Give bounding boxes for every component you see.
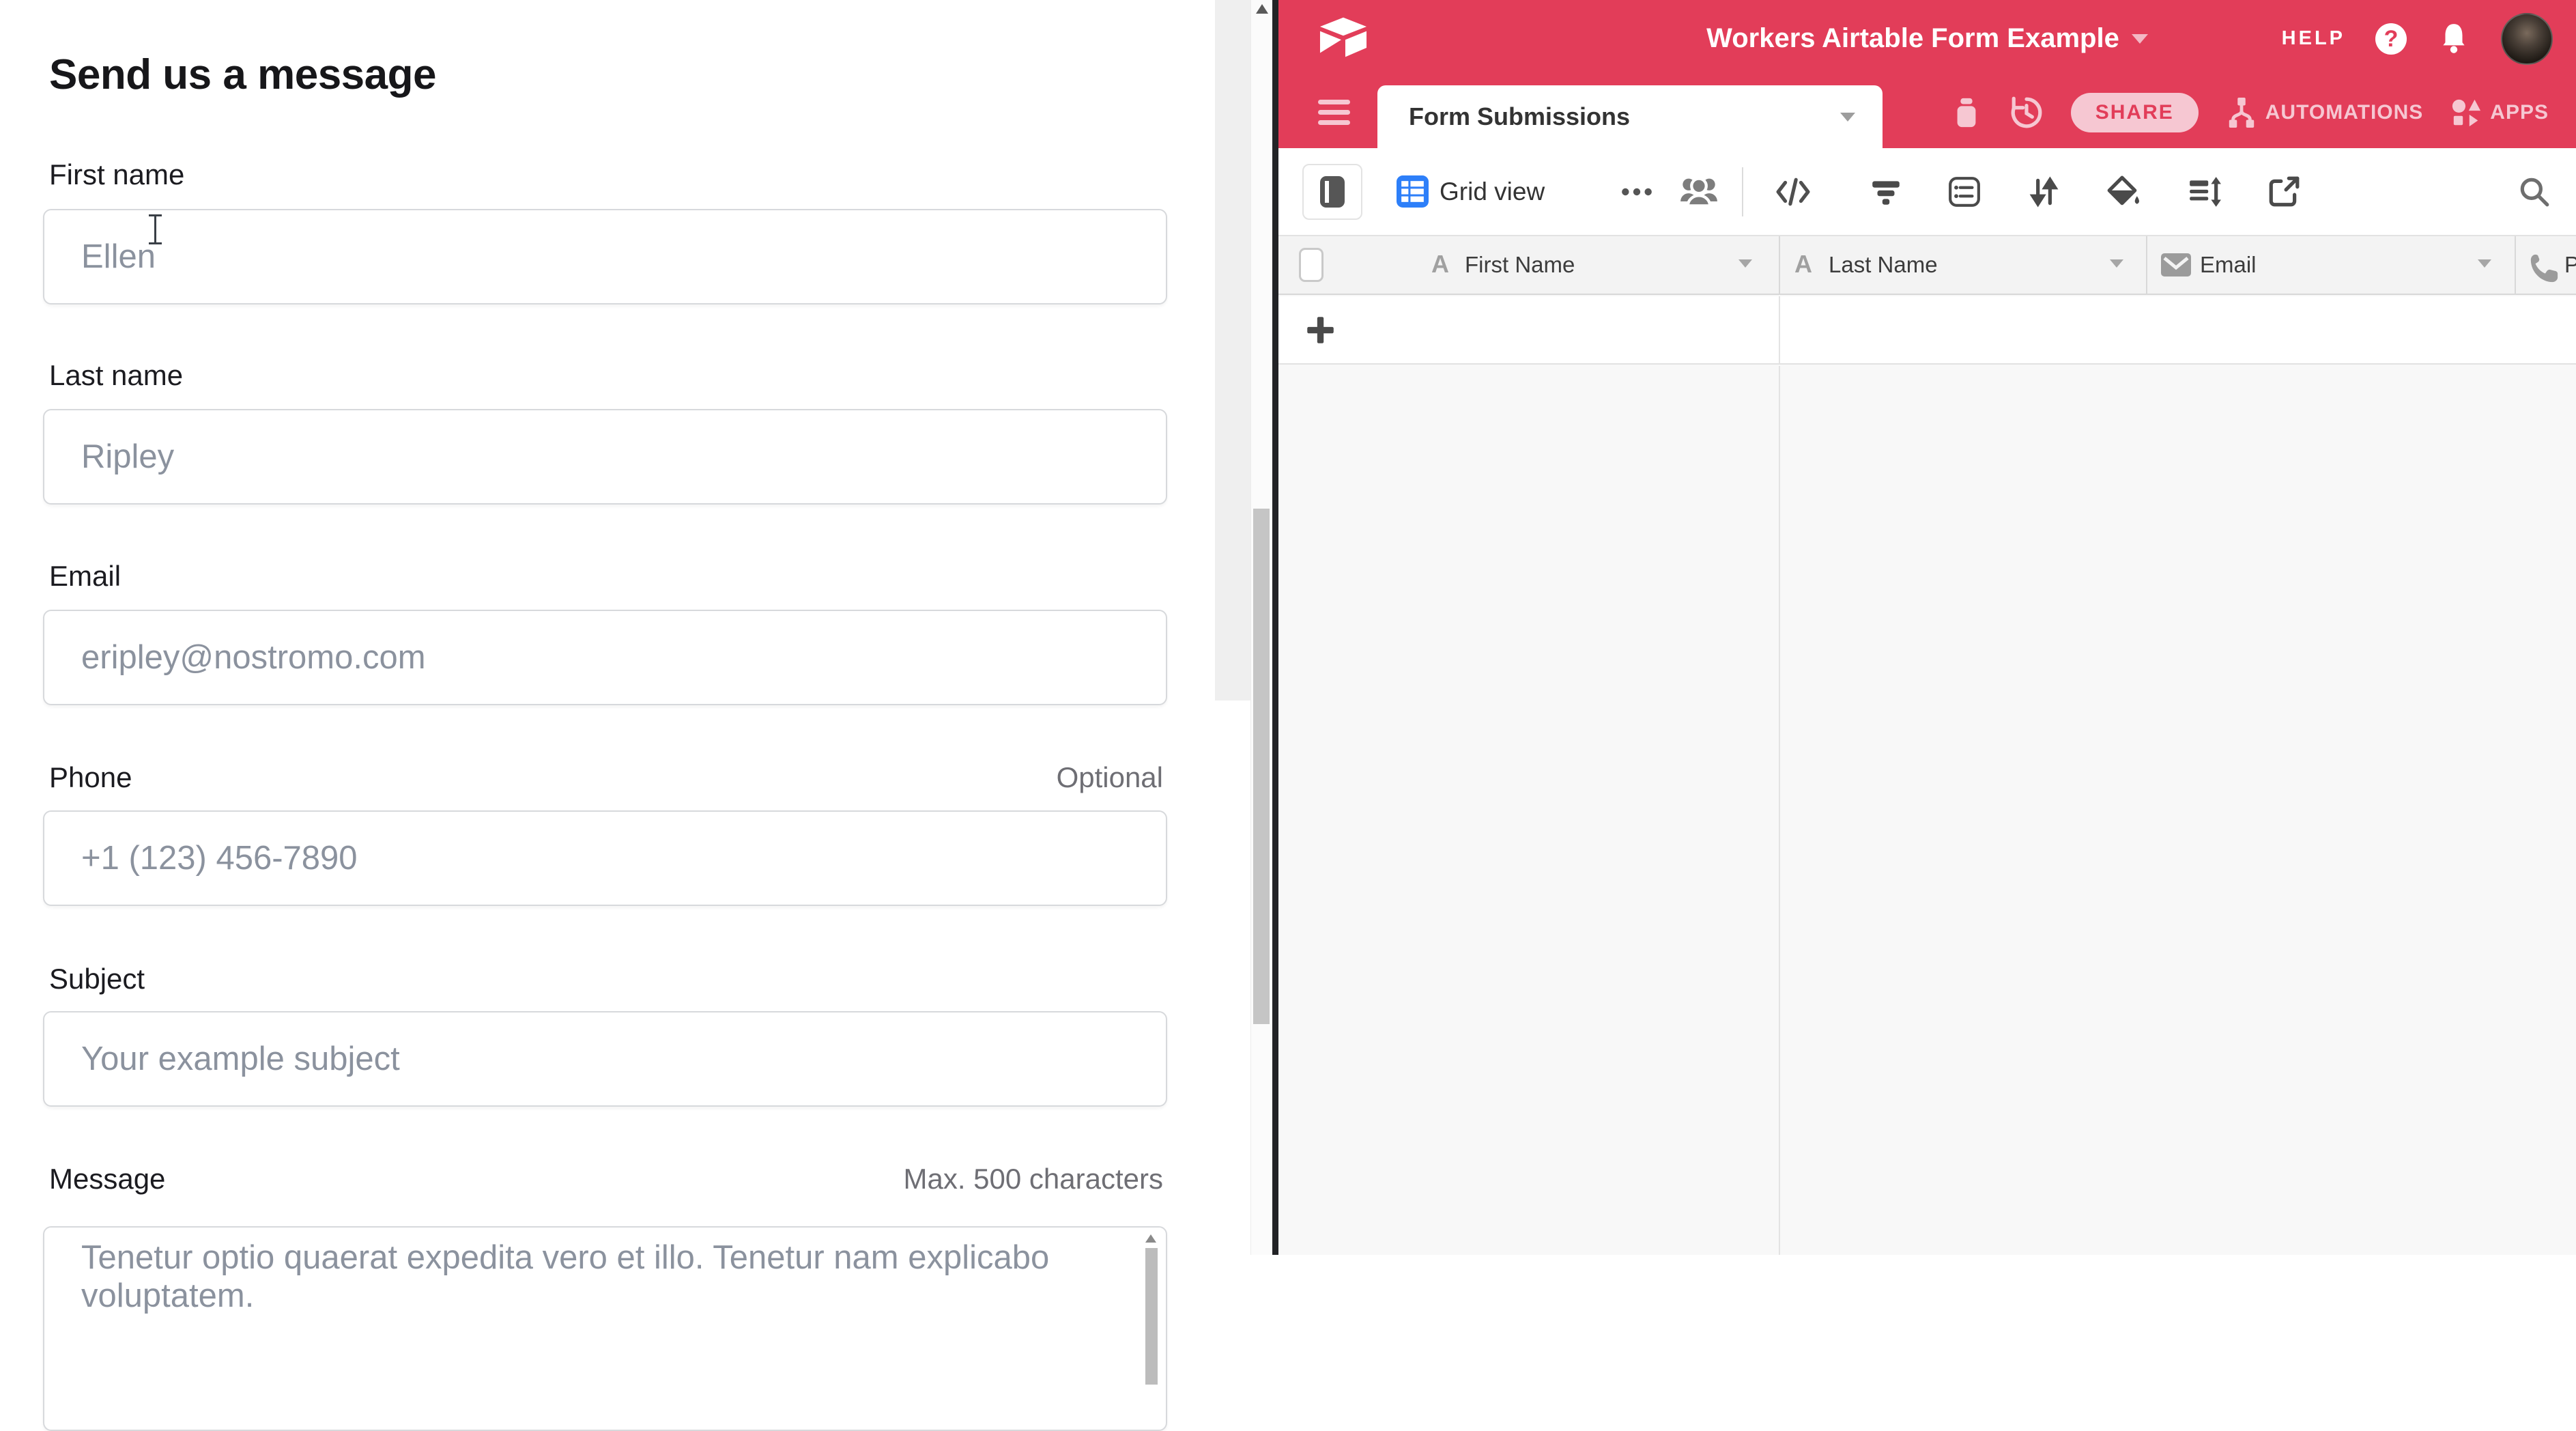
last-name-label: Last name xyxy=(49,359,183,392)
grid-empty-area xyxy=(1278,366,2576,1255)
column-divider[interactable] xyxy=(1779,236,1780,295)
chevron-down-icon[interactable] xyxy=(2110,259,2123,268)
chevron-down-icon xyxy=(2132,34,2148,44)
subject-label: Subject xyxy=(49,963,145,995)
form-title: Send us a message xyxy=(49,51,436,99)
textarea-scrollbar-thumb[interactable] xyxy=(1145,1248,1158,1385)
window-divider xyxy=(1272,0,1278,1255)
embed-code-icon[interactable] xyxy=(1776,175,1810,209)
plus-icon[interactable] xyxy=(1303,313,1337,347)
trash-icon[interactable] xyxy=(1951,97,1982,128)
first-name-input[interactable]: Ellen xyxy=(43,209,1167,304)
tab-form-submissions[interactable]: Form Submissions xyxy=(1377,85,1883,148)
color-icon[interactable] xyxy=(2106,175,2140,209)
group-icon[interactable] xyxy=(1947,175,1981,209)
view-sidebar-toggle-button[interactable] xyxy=(1302,164,1362,220)
active-table-name: Form Submissions xyxy=(1409,102,1840,131)
contact-form-panel: Send us a message First name Ellen Last … xyxy=(0,0,1272,1255)
text-field-type-icon: A xyxy=(1431,250,1449,279)
column-header-phone[interactable]: Phone xyxy=(2564,252,2576,278)
filter-icon[interactable] xyxy=(1869,175,1903,209)
help-button[interactable]: HELP xyxy=(2282,27,2345,50)
form-panel-gutter xyxy=(1215,0,1250,700)
frozen-column-divider xyxy=(1779,366,1780,1255)
column-divider[interactable] xyxy=(2515,236,2516,295)
history-icon[interactable] xyxy=(2009,96,2044,130)
phone-input[interactable]: +1 (123) 456-7890 xyxy=(43,810,1167,906)
hamburger-menu-icon[interactable] xyxy=(1318,100,1350,126)
table-tab-bar: Form Submissions SHARE xyxy=(1278,77,2576,148)
column-divider[interactable] xyxy=(2146,236,2147,295)
column-header-first-name[interactable]: First Name xyxy=(1465,252,1575,278)
notification-bell-icon[interactable] xyxy=(2437,22,2471,56)
form-page-scrollbar-thumb[interactable] xyxy=(1253,509,1270,1024)
column-header-email[interactable]: Email xyxy=(2200,252,2257,278)
share-button[interactable]: SHARE xyxy=(2071,93,2199,132)
apps-label: APPS xyxy=(2490,101,2549,124)
chevron-down-icon[interactable] xyxy=(1738,259,1752,268)
column-header-last-name[interactable]: Last Name xyxy=(1829,252,1938,278)
email-label: Email xyxy=(49,560,121,593)
row-height-icon[interactable] xyxy=(2188,175,2222,209)
collaborators-icon[interactable] xyxy=(1680,175,1718,209)
automations-label: AUTOMATIONS xyxy=(2265,101,2424,124)
apps-button[interactable]: APPS xyxy=(2450,97,2549,128)
subject-input[interactable]: Your example subject xyxy=(43,1011,1167,1107)
avatar[interactable] xyxy=(2501,13,2553,65)
phone-optional-annotation: Optional xyxy=(1057,761,1163,794)
chevron-down-icon xyxy=(1840,113,1855,122)
phone-label: Phone xyxy=(49,761,132,794)
airtable-window: Workers Airtable Form Example HELP ? For… xyxy=(1278,0,2576,1255)
phone-field-type-icon xyxy=(2528,253,2560,284)
automations-icon xyxy=(2226,97,2257,128)
help-question-icon[interactable]: ? xyxy=(2375,23,2407,55)
message-textarea[interactable]: Tenetur optio quaerat expedita vero et i… xyxy=(43,1226,1167,1431)
frozen-column-divider xyxy=(1779,296,1780,363)
grid-header-row: A First Name A Last Name Email Phone xyxy=(1278,236,2576,295)
message-label: Message xyxy=(49,1163,165,1195)
textarea-scroll-up-arrow-icon[interactable] xyxy=(1145,1234,1156,1243)
apps-icon xyxy=(2450,97,2482,128)
last-name-input[interactable]: Ripley xyxy=(43,409,1167,505)
view-switcher[interactable]: Grid view xyxy=(1397,148,1545,235)
text-field-type-icon: A xyxy=(1794,250,1812,279)
ellipsis-icon[interactable] xyxy=(1620,175,1654,209)
message-text: Tenetur optio quaerat expedita vero et i… xyxy=(81,1238,1091,1315)
airtable-top-bar: Workers Airtable Form Example HELP ? xyxy=(1278,0,2576,77)
base-title: Workers Airtable Form Example xyxy=(1706,23,2119,54)
sort-icon[interactable] xyxy=(2027,175,2061,209)
add-record-row[interactable] xyxy=(1278,296,2576,365)
share-view-icon[interactable] xyxy=(2267,175,2301,209)
toolbar-divider xyxy=(1742,167,1743,216)
sidebar-toggle-icon xyxy=(1319,175,1346,209)
view-name: Grid view xyxy=(1440,178,1545,206)
search-icon[interactable] xyxy=(2517,175,2551,209)
select-all-checkbox[interactable] xyxy=(1299,248,1323,282)
scroll-up-arrow-icon[interactable] xyxy=(1256,4,1268,14)
email-field-type-icon xyxy=(2161,253,2191,277)
grid-view-icon xyxy=(1397,175,1429,208)
email-input[interactable]: eripley@nostromo.com xyxy=(43,610,1167,705)
automations-button[interactable]: AUTOMATIONS xyxy=(2226,97,2424,128)
message-max-chars-annotation: Max. 500 characters xyxy=(903,1163,1163,1195)
view-toolbar: Grid view xyxy=(1278,148,2576,236)
first-name-label: First name xyxy=(49,158,184,191)
chevron-down-icon[interactable] xyxy=(2478,259,2491,268)
text-cursor-icon xyxy=(149,214,161,244)
